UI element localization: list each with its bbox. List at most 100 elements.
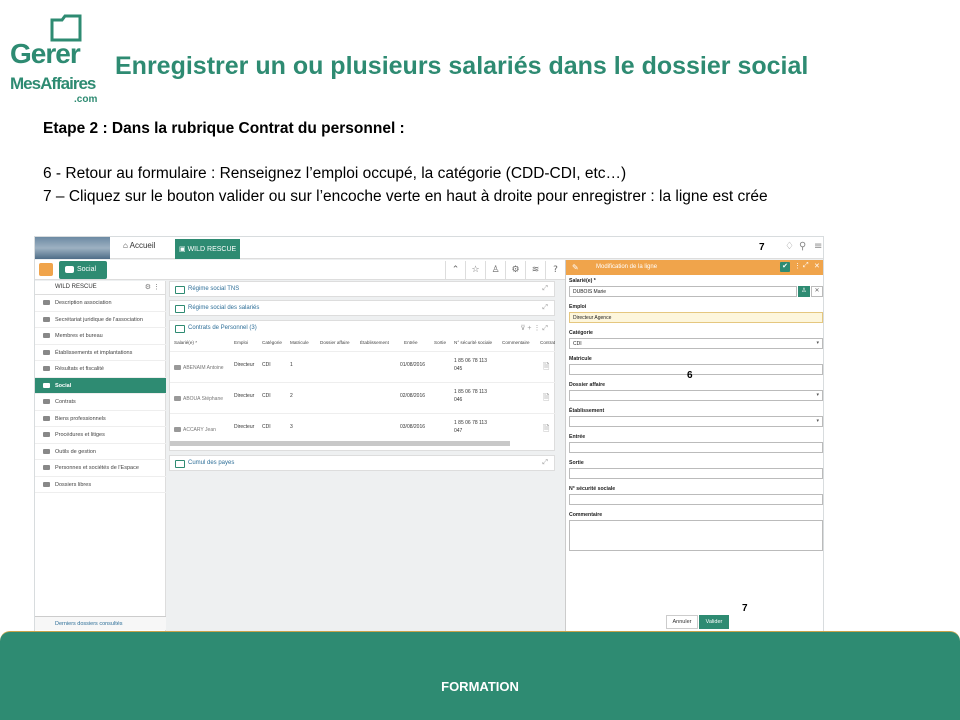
sidebar: WILD RESCUE ⚙ ⋮ Description association S…: [35, 281, 166, 635]
logo-line2: MesAffaires: [10, 74, 96, 93]
expand-icon[interactable]: ⤢: [542, 285, 548, 293]
close-icon[interactable]: ✕: [814, 262, 820, 270]
user-picker-icon[interactable]: ♙: [798, 286, 810, 297]
matricule-input[interactable]: [569, 364, 823, 375]
sidebar-tools-icon[interactable]: ⚙ ⋮: [145, 283, 160, 291]
chevron-down-icon: ▾: [816, 392, 819, 398]
ss-input[interactable]: [569, 494, 823, 505]
tab-home[interactable]: ⌂ Accueil: [123, 241, 155, 250]
validate-button[interactable]: Valider: [699, 615, 729, 629]
column-header[interactable]: Commentaire: [502, 340, 530, 345]
cell-emploi: Directeur: [234, 362, 255, 368]
column-header[interactable]: Établissement: [360, 340, 389, 345]
label-salarie: Salarié(e) *: [569, 278, 596, 284]
sidebar-item[interactable]: Membres et bureau: [35, 328, 166, 345]
search-icon[interactable]: ⚲: [799, 241, 806, 252]
tab-social[interactable]: Social: [59, 261, 107, 279]
label-entree: Entrée: [569, 434, 586, 440]
footer-band: [0, 631, 960, 720]
column-header[interactable]: Dossier affaire: [320, 340, 350, 345]
horizontal-scrollbar[interactable]: [170, 441, 510, 446]
panel-tools-icon[interactable]: ⊽ + ⋮ ⤢: [520, 324, 548, 333]
column-header[interactable]: Emploi: [234, 340, 248, 345]
cell-cat: CDI: [262, 362, 271, 368]
banner-image: [35, 237, 110, 259]
column-header[interactable]: N° sécurité sociale: [454, 340, 492, 345]
sidebar-item[interactable]: Procédures et litiges: [35, 427, 166, 444]
contract-file-icon[interactable]: 🗎: [543, 423, 549, 437]
sidebar-item[interactable]: Contrats: [35, 394, 166, 411]
help-icon[interactable]: ?: [545, 261, 565, 279]
panel-title: Régime social des salariés: [170, 301, 554, 315]
cell-name: ABOUA Stéphane: [183, 396, 224, 402]
sidebar-item[interactable]: Biens professionnels: [35, 411, 166, 427]
cancel-button[interactable]: Annuler: [666, 615, 698, 629]
person-icon: [174, 396, 181, 401]
sidebar-item[interactable]: Personnes et sociétés de l'Espace: [35, 460, 166, 477]
contract-file-icon[interactable]: 🗎: [543, 361, 549, 375]
cell-emploi: Directeur: [234, 393, 255, 399]
clear-icon[interactable]: ✕: [811, 286, 823, 297]
user-icon[interactable]: ♙: [485, 261, 505, 279]
menu-icon[interactable]: ≡: [814, 241, 822, 252]
more-icon[interactable]: ⋮: [794, 262, 801, 270]
sidebar-header: WILD RESCUE ⚙ ⋮: [35, 281, 166, 295]
layers-icon[interactable]: ≋: [525, 261, 545, 279]
cell-mat: 3: [290, 424, 293, 430]
column-header[interactable]: Contrat: [540, 340, 555, 345]
callout-7-top: 7: [759, 242, 765, 253]
sidebar-item[interactable]: Secrétariat juridique de l'association: [35, 312, 166, 328]
instruction-6: 6 - Retour au formulaire : Renseignez l’…: [43, 165, 627, 182]
label-etablissement: Établissement: [569, 408, 605, 414]
emploi-input[interactable]: Directeur Agence: [569, 312, 823, 323]
column-header[interactable]: Salarié(e) *: [174, 340, 197, 345]
app-screenshot: ⌂ Accueil ▣ WILD RESCUE 7 ♢ ⚲ ≡ Social ⌃…: [34, 236, 824, 636]
label-sortie: Sortie: [569, 460, 584, 466]
sidebar-item[interactable]: Description association: [35, 295, 166, 312]
label-dossier: Dossier affaire: [569, 382, 606, 388]
tab-wild-rescue[interactable]: ▣ WILD RESCUE: [175, 239, 240, 259]
expand-icon[interactable]: ⤢: [803, 262, 809, 270]
panel-cumul[interactable]: Cumul des payes ⤢: [169, 455, 555, 471]
entree-input[interactable]: [569, 442, 823, 453]
panel-tns[interactable]: Régime social TNS ⤢: [169, 281, 555, 297]
folder-icon: ▣: [179, 246, 188, 253]
panel-salaries[interactable]: Régime social des salariés ⤢: [169, 300, 555, 316]
column-header[interactable]: Catégorie: [262, 340, 282, 345]
sidebar-item[interactable]: Résultats et fiscalité: [35, 361, 166, 378]
cell-emploi: Directeur: [234, 424, 255, 430]
recent-files-link[interactable]: Derniers dossiers consultés: [35, 616, 166, 630]
sidebar-item[interactable]: Établissements et implantations: [35, 345, 166, 361]
column-header[interactable]: Sortie: [434, 340, 446, 345]
table-row[interactable]: ABOUA Stéphane Directeur CDI 2 02/08/2016 1 8…: [170, 382, 556, 413]
home-icon: ⌂: [123, 241, 130, 250]
etablissement-select[interactable]: ▾: [569, 416, 823, 427]
sidebar-item[interactable]: Outils de gestion: [35, 444, 166, 460]
sidebar-item[interactable]: Social: [35, 377, 166, 394]
table-row[interactable]: ABENAIM Antoine Directeur CDI 1 01/08/2016 1 …: [170, 351, 556, 382]
gear-icon[interactable]: ⚙: [505, 261, 525, 279]
cell-name: ABENAIM Antoine: [183, 365, 224, 371]
check-save-icon[interactable]: ✔: [780, 262, 790, 272]
expand-icon[interactable]: ⤢: [542, 459, 548, 467]
org-logo-icon: [39, 263, 53, 276]
cell-cat: CDI: [262, 424, 271, 430]
column-header[interactable]: Matricule: [290, 340, 309, 345]
expand-icon[interactable]: ⤢: [542, 304, 548, 312]
chevron-down-icon: ▾: [816, 418, 819, 424]
callout-7-bottom: 7: [742, 603, 748, 614]
cell-entree: 03/08/2016: [400, 424, 426, 430]
sortie-input[interactable]: [569, 468, 823, 479]
table-row[interactable]: ACCARY Jean Directeur CDI 3 03/08/2016 1 85 0…: [170, 413, 556, 444]
contract-file-icon[interactable]: 🗎: [543, 392, 549, 406]
star-icon[interactable]: ☆: [465, 261, 485, 279]
commentaire-textarea[interactable]: [569, 520, 823, 551]
categorie-select[interactable]: CDI ▾: [569, 338, 823, 349]
bell-icon[interactable]: ♢: [785, 241, 794, 252]
column-header[interactable]: Entrée: [404, 340, 418, 345]
salarie-input[interactable]: DUBOIS Marie: [569, 286, 797, 297]
chevron-up-icon[interactable]: ⌃: [445, 261, 465, 279]
cell-ss1: 1 85 06 78 113: [454, 358, 487, 364]
sidebar-item[interactable]: Dossiers libres: [35, 477, 166, 493]
dossier-select[interactable]: ▾: [569, 390, 823, 401]
